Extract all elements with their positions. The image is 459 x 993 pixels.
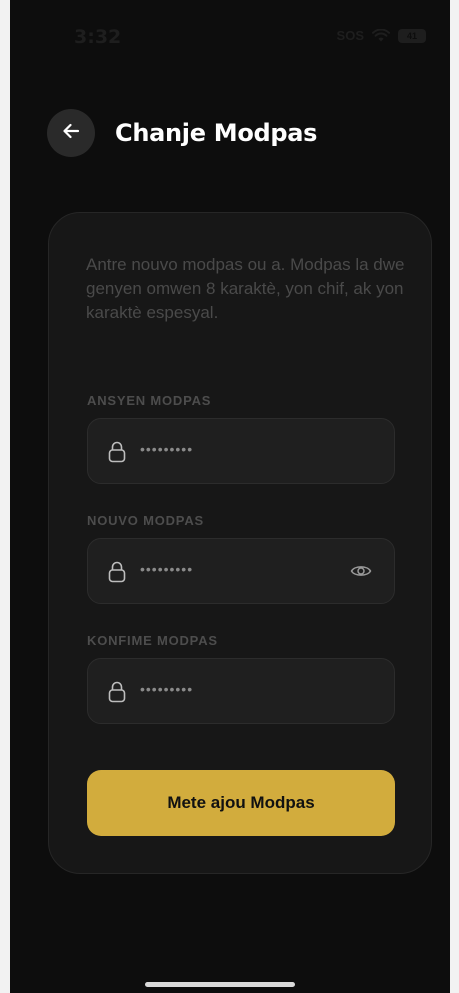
status-indicators: SOS 41 [337, 28, 426, 43]
back-button[interactable] [47, 109, 95, 157]
wifi-icon [372, 29, 390, 42]
page-title: Chanje Modpas [115, 119, 318, 147]
sos-indicator: SOS [336, 28, 364, 43]
old-password-field[interactable]: ••••••••• [87, 418, 395, 484]
confirm-password-value: ••••••••• [140, 681, 194, 697]
confirm-password-label: KONFIME MODPAS [87, 633, 218, 648]
lock-icon [108, 561, 126, 588]
status-bar: 3:32 SOS 41 [10, 0, 450, 72]
old-password-label: ANSYEN MODPAS [87, 393, 212, 408]
lock-icon [108, 441, 126, 468]
new-password-field[interactable]: ••••••••• [87, 538, 395, 604]
new-password-label: NOUVO MODPAS [87, 513, 204, 528]
phone-screen: 3:32 SOS 41 Chanje Modpas Antre nouvo mo… [10, 0, 450, 993]
confirm-password-field[interactable]: ••••••••• [87, 658, 395, 724]
battery-level: 41 [406, 30, 417, 41]
header: Chanje Modpas [47, 109, 317, 157]
status-time: 3:32 [74, 26, 122, 48]
update-password-button[interactable]: Mete ajou Modpas [87, 770, 395, 836]
eye-icon[interactable] [350, 562, 372, 585]
battery-icon: 41 [398, 28, 426, 43]
home-indicator[interactable] [145, 982, 295, 987]
arrow-left-icon [61, 121, 81, 146]
instructions-text: Antre nouvo modpas ou a. Modpas la dwe g… [86, 255, 405, 322]
lock-icon [108, 681, 126, 708]
change-password-card: Antre nouvo modpas ou a. Modpas la dwe g… [48, 212, 432, 874]
new-password-value: ••••••••• [140, 561, 194, 577]
old-password-value: ••••••••• [140, 441, 194, 457]
